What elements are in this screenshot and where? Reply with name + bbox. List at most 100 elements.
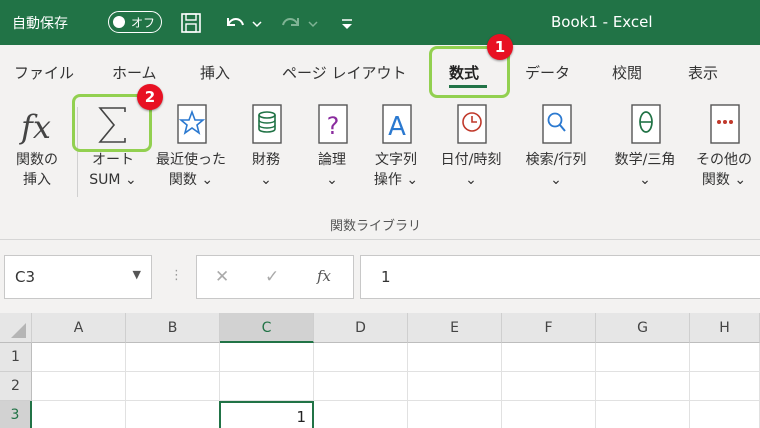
tab-file[interactable]: ファイル	[14, 62, 74, 83]
lookup-reference-button[interactable]: 検索/行列 ⌄	[516, 100, 596, 190]
recent-functions-button[interactable]: 最近使った 関数 ⌄	[150, 100, 232, 190]
column-header-b[interactable]: B	[126, 313, 220, 343]
formula-bar: C3 ▼ ⋮ ✕ ✓ fx 1	[0, 241, 760, 313]
cell[interactable]	[690, 372, 760, 401]
cell[interactable]	[314, 343, 408, 372]
cell[interactable]	[502, 401, 596, 428]
cell[interactable]	[126, 372, 220, 401]
insert-function-label-1: 関数の	[16, 152, 58, 168]
financial-button[interactable]: 財務 ⌄	[240, 100, 292, 190]
question-book-icon: ?	[318, 104, 348, 144]
column-header-d[interactable]: D	[314, 313, 408, 343]
date-time-button[interactable]: 日付/時刻 ⌄	[432, 100, 510, 190]
row-header-1[interactable]: 1	[0, 343, 32, 372]
row-header-3[interactable]: 3	[0, 401, 32, 428]
column-header-e[interactable]: E	[408, 313, 502, 343]
autosum-label-1: オート	[92, 152, 134, 168]
financial-label-1: 財務	[252, 152, 280, 168]
recent-functions-label-1: 最近使った	[156, 152, 226, 168]
window-title: Book1 - Excel	[551, 13, 653, 31]
cell[interactable]	[502, 372, 596, 401]
more-book-icon	[710, 104, 740, 144]
text-functions-label-2: 操作 ⌄	[373, 172, 419, 188]
undo-dropdown-icon[interactable]	[250, 10, 264, 36]
autosave-state: オフ	[131, 16, 156, 30]
customize-qat-icon[interactable]	[338, 10, 356, 36]
theta-book-icon	[631, 104, 661, 144]
cell[interactable]	[408, 401, 502, 428]
column-header-h[interactable]: H	[690, 313, 760, 343]
insert-function-fx-icon[interactable]: fx	[317, 267, 331, 285]
cell[interactable]	[408, 372, 502, 401]
cell[interactable]	[596, 343, 690, 372]
svg-text:A: A	[388, 112, 406, 142]
step-badge-1: 1	[487, 34, 513, 60]
tab-view[interactable]: 表示	[688, 62, 718, 83]
cell[interactable]	[220, 343, 314, 372]
tab-home[interactable]: ホーム	[112, 62, 157, 83]
lookup-reference-label-1: 検索/行列	[525, 152, 587, 168]
cell[interactable]	[690, 401, 760, 428]
autosave-label: 自動保存	[12, 16, 68, 32]
tab-data[interactable]: データ	[525, 62, 570, 83]
cell[interactable]	[690, 343, 760, 372]
recent-functions-label-2: 関数 ⌄	[168, 172, 214, 188]
select-all-triangle-icon	[11, 323, 26, 338]
column-header-g[interactable]: G	[596, 313, 690, 343]
insert-function-button[interactable]: fx 関数の 挿入	[6, 100, 68, 190]
cell[interactable]	[220, 372, 314, 401]
cell[interactable]	[32, 372, 126, 401]
save-icon[interactable]	[178, 10, 204, 36]
more-functions-button[interactable]: その他の 関数 ⌄	[690, 100, 758, 190]
redo-dropdown-icon	[308, 21, 318, 28]
more-functions-label-2: 関数 ⌄	[701, 172, 747, 188]
insert-function-label-2: 挿入	[23, 172, 51, 188]
enter-check-icon[interactable]: ✓	[265, 267, 279, 287]
cell[interactable]	[32, 343, 126, 372]
tab-review[interactable]: 校閲	[612, 62, 642, 83]
undo-icon[interactable]	[222, 10, 248, 36]
title-bar: 自動保存 オフ Book1 - Excel	[0, 0, 760, 45]
clock-book-icon	[457, 104, 487, 144]
select-all-corner[interactable]	[0, 313, 32, 343]
column-header-c[interactable]: C	[220, 313, 314, 343]
cell[interactable]	[408, 343, 502, 372]
tab-insert[interactable]: 挿入	[200, 62, 230, 83]
math-trig-label-2: ⌄	[639, 172, 651, 188]
financial-label-2: ⌄	[260, 172, 272, 188]
cell[interactable]	[596, 372, 690, 401]
cell[interactable]	[502, 343, 596, 372]
worksheet-grid[interactable]: A B C D E F G H 1 2 3 1	[0, 313, 760, 428]
cell[interactable]	[314, 372, 408, 401]
date-time-label-2: ⌄	[465, 172, 477, 188]
star-book-icon	[177, 104, 207, 144]
formula-input[interactable]: 1	[360, 255, 760, 299]
column-header-a[interactable]: A	[32, 313, 126, 343]
tab-page-layout[interactable]: ページ レイアウト	[282, 62, 406, 83]
cell[interactable]	[126, 343, 220, 372]
svg-text:fx: fx	[19, 108, 51, 146]
cell[interactable]	[126, 401, 220, 428]
grip-dots-icon[interactable]: ⋮	[170, 268, 183, 283]
row-header-2[interactable]: 2	[0, 372, 32, 401]
cancel-icon[interactable]: ✕	[215, 267, 229, 287]
name-box[interactable]: C3 ▼	[4, 255, 152, 299]
column-header-f[interactable]: F	[502, 313, 596, 343]
math-trig-label-1: 数学/三角	[614, 152, 676, 168]
name-box-value: C3	[15, 268, 36, 286]
active-cell-c3[interactable]: 1	[219, 401, 314, 428]
cell[interactable]	[32, 401, 126, 428]
text-functions-label-1: 文字列	[375, 152, 417, 168]
cell[interactable]	[596, 401, 690, 428]
chevron-down-icon[interactable]: ▼	[133, 268, 141, 281]
function-library-group-label: 関数ライブラリ	[330, 219, 422, 234]
toggle-knob	[113, 15, 125, 28]
math-trig-button[interactable]: 数学/三角 ⌄	[604, 100, 686, 190]
logical-button[interactable]: ? 論理 ⌄	[306, 100, 358, 190]
autosave-toggle[interactable]: オフ	[108, 11, 162, 33]
cell[interactable]	[314, 401, 408, 428]
text-functions-button[interactable]: A 文字列 操作 ⌄	[364, 100, 428, 190]
lookup-reference-label-2: ⌄	[550, 172, 562, 188]
formula-value: 1	[381, 268, 391, 286]
active-cell-value: 1	[296, 408, 306, 426]
